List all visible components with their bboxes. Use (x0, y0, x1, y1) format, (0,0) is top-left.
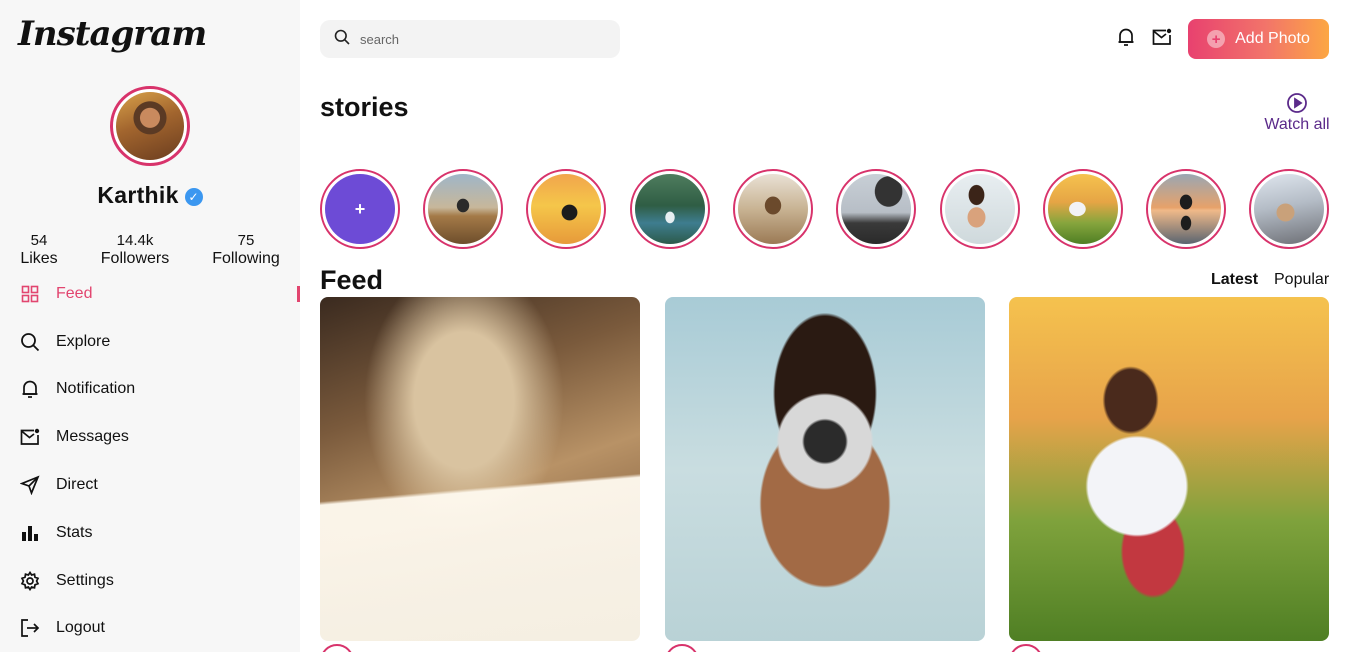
profile-avatar[interactable] (110, 86, 190, 166)
story-thumbnail (738, 174, 808, 244)
stat-likes[interactable]: 54 Likes (14, 232, 64, 268)
instagram-logo[interactable]: Instagram (18, 14, 207, 54)
sidebar-item-label: Explore (56, 333, 111, 350)
profile-avatar-image (116, 92, 184, 160)
sidebar-item-label: Settings (56, 572, 114, 589)
plus-icon: + (1207, 30, 1226, 48)
logout-icon (20, 618, 40, 638)
search-input[interactable] (360, 31, 600, 47)
story-item[interactable] (423, 169, 503, 249)
story-thumbnail (531, 174, 601, 244)
post-author-avatar[interactable] (320, 644, 354, 652)
play-circle-icon (1286, 92, 1308, 114)
sidebar-item-direct[interactable]: Direct (20, 470, 300, 500)
send-icon (20, 475, 40, 495)
feed-post-image[interactable] (320, 297, 640, 641)
post-author-avatar[interactable] (1009, 644, 1043, 652)
sidebar-item-label: Direct (56, 476, 98, 493)
add-photo-label: Add Photo (1235, 30, 1310, 47)
bell-icon (20, 379, 40, 399)
grid-icon (20, 284, 40, 304)
search-bar[interactable] (320, 20, 620, 58)
stat-likes-value: 54 (30, 232, 48, 249)
sidebar-item-stats[interactable]: Stats (20, 518, 300, 548)
tab-popular[interactable]: Popular (1274, 271, 1329, 289)
story-item[interactable] (1146, 169, 1226, 249)
story-item[interactable] (630, 169, 710, 249)
story-item[interactable] (526, 169, 606, 249)
feed-post-image[interactable] (665, 297, 985, 641)
gear-icon (20, 571, 40, 591)
story-thumbnail (1151, 174, 1221, 244)
sidebar-item-messages[interactable]: Messages (20, 422, 300, 452)
sidebar-item-notification[interactable]: Notification (20, 374, 300, 404)
active-nav-indicator (297, 286, 300, 302)
story-thumbnail (635, 174, 705, 244)
mail-icon (1152, 28, 1172, 51)
watch-all-button[interactable]: Watch all (1262, 92, 1332, 134)
feed-title: Feed (320, 265, 384, 295)
sidebar-item-label: Logout (56, 619, 105, 636)
sidebar-item-label: Stats (56, 524, 93, 541)
sidebar-item-settings[interactable]: Settings (20, 566, 300, 596)
stories-title: stories (320, 92, 409, 122)
add-photo-button[interactable]: + Add Photo (1188, 19, 1329, 59)
story-item[interactable] (940, 169, 1020, 249)
story-item[interactable] (733, 169, 813, 249)
story-thumbnail (428, 174, 498, 244)
stat-followers-label: Followers (100, 250, 170, 267)
sidebar-item-label: Messages (56, 428, 129, 445)
sidebar: Instagram Karthik ✓ 54 Likes 14.4k Follow… (0, 0, 300, 652)
story-item[interactable] (836, 169, 916, 249)
stat-following[interactable]: 75 Following (206, 232, 286, 268)
notification-button[interactable] (1115, 28, 1137, 50)
story-thumbnail (841, 174, 911, 244)
messages-button[interactable] (1151, 28, 1173, 50)
add-story-plus-icon: + (325, 174, 395, 244)
story-thumbnail (1048, 174, 1118, 244)
add-story[interactable]: + (320, 169, 400, 249)
post-author-avatar[interactable] (665, 644, 699, 652)
stat-followers-value: 14.4k (116, 232, 154, 249)
watch-all-label: Watch all (1264, 116, 1330, 133)
story-thumbnail (1254, 174, 1324, 244)
bar-chart-icon (20, 523, 40, 543)
sidebar-item-label: Feed (56, 285, 93, 302)
sidebar-item-explore[interactable]: Explore (20, 327, 300, 357)
story-item[interactable] (1249, 169, 1329, 249)
stat-following-label: Following (212, 250, 280, 267)
profile-name: Karthik ✓ (0, 182, 300, 209)
search-icon (334, 29, 350, 50)
bell-icon (1117, 27, 1135, 52)
verified-badge-icon: ✓ (184, 188, 203, 206)
stories-row: + (320, 169, 1332, 249)
sidebar-item-feed[interactable]: Feed (20, 279, 300, 309)
story-item[interactable] (1043, 169, 1123, 249)
stat-following-value: 75 (237, 232, 255, 249)
story-thumbnail (945, 174, 1015, 244)
stat-likes-label: Likes (20, 250, 58, 267)
mail-icon (20, 427, 40, 447)
sidebar-item-label: Notification (56, 380, 136, 397)
search-icon (20, 332, 40, 352)
feed-post-image[interactable] (1009, 297, 1329, 641)
stat-followers[interactable]: 14.4k Followers (96, 232, 174, 268)
tab-latest[interactable]: Latest (1211, 271, 1258, 289)
profile-name-text: Karthik (97, 182, 179, 208)
sidebar-item-logout[interactable]: Logout (20, 613, 300, 643)
